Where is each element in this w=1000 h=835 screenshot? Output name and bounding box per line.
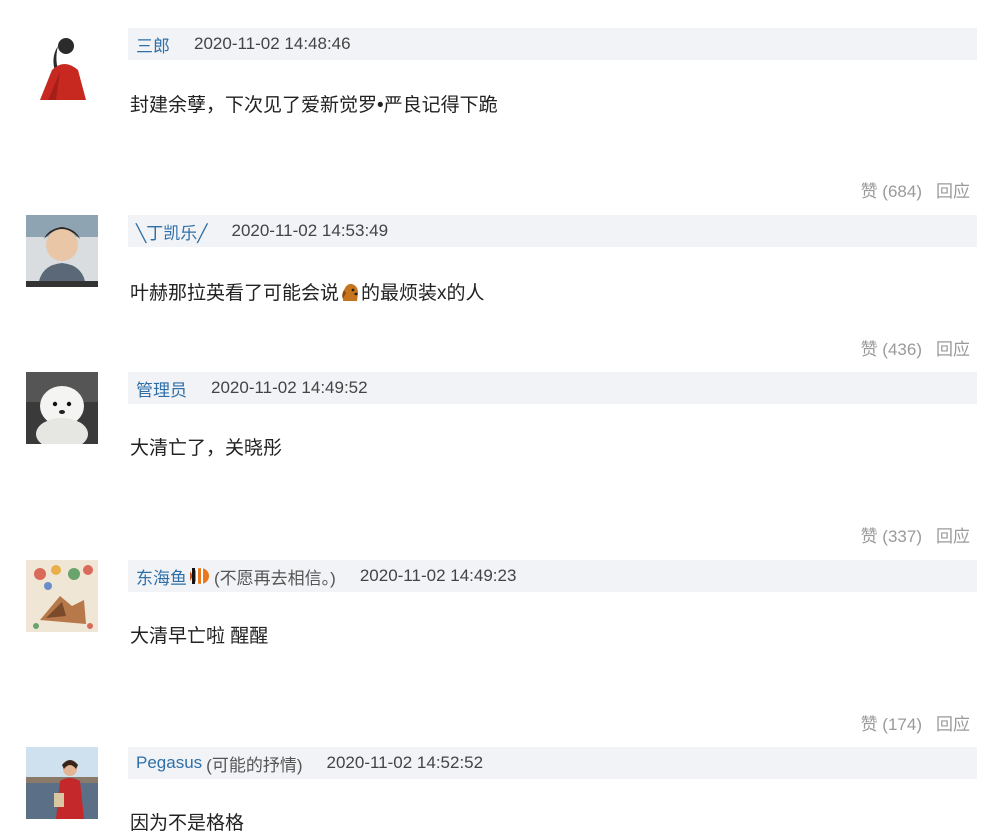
comment-actions: 赞 (684) 回应 (861, 177, 970, 202)
timestamp: 2020-11-02 14:48:46 (194, 34, 351, 53)
comment-meta-bar: 三郎 2020-11-02 14:48:46 (128, 28, 977, 60)
like-button[interactable]: 赞 (337) (861, 527, 922, 546)
comment-text: 因为不是格格 (130, 813, 245, 834)
username-link[interactable]: 管理员 (136, 376, 187, 401)
comment-text: 大清早亡啦 醒醒 (130, 626, 269, 647)
comment-meta-bar: Pegasus (可能的抒情) 2020-11-02 14:52:52 (128, 747, 977, 779)
timestamp: 2020-11-02 14:49:52 (211, 378, 368, 397)
comment-meta-bar: 管理员 2020-11-02 14:49:52 (128, 372, 977, 404)
username-link[interactable]: 东海鱼 (136, 564, 187, 589)
avatar[interactable] (26, 747, 98, 819)
comment-text: 大清亡了，关晓彤 (130, 438, 283, 459)
comment-text: 封建余孽，下次见了爱新觉罗•严良记得下跪 (130, 95, 498, 116)
timestamp: 2020-11-02 14:52:52 (326, 753, 484, 772)
avatar[interactable] (26, 28, 98, 100)
like-button[interactable]: 赞 (436) (861, 340, 922, 359)
fish-icon (190, 566, 210, 586)
user-note: (可能的抒情) (206, 755, 303, 775)
timestamp: 2020-11-02 14:49:23 (359, 566, 517, 585)
timestamp: 2020-11-02 14:53:49 (231, 221, 389, 240)
avatar[interactable] (26, 372, 98, 444)
like-button[interactable]: 赞 (684) (861, 182, 922, 201)
reply-button[interactable]: 回应 (936, 182, 970, 201)
reply-button[interactable]: 回应 (936, 340, 970, 359)
comment-text: 叶赫那拉英看了可能会说 的最烦装x的人 (130, 281, 485, 304)
comment-meta-bar: ╲丁凯乐╱ 2020-11-02 14:53:49 (128, 215, 977, 247)
user-note: (不愿再去相信。) (214, 568, 336, 588)
comment-actions: 赞 (174) 回应 (861, 710, 970, 735)
username-link[interactable]: ╲丁凯乐╱ (136, 219, 207, 244)
username-link[interactable]: 三郎 (136, 32, 170, 57)
comment-actions: 赞 (337) 回应 (861, 522, 970, 547)
reply-button[interactable]: 回应 (936, 715, 970, 734)
like-button[interactable]: 赞 (174) (861, 715, 922, 734)
username-link[interactable]: Pegasus (136, 753, 202, 773)
comment-meta-bar: 东海鱼 (不愿再去相信。) 2020-11-02 14:49:23 (128, 560, 977, 592)
avatar[interactable] (26, 215, 98, 287)
comment-actions: 赞 (436) 回应 (861, 335, 970, 360)
dog-emoji-icon (339, 281, 361, 303)
avatar[interactable] (26, 560, 98, 632)
reply-button[interactable]: 回应 (936, 527, 970, 546)
